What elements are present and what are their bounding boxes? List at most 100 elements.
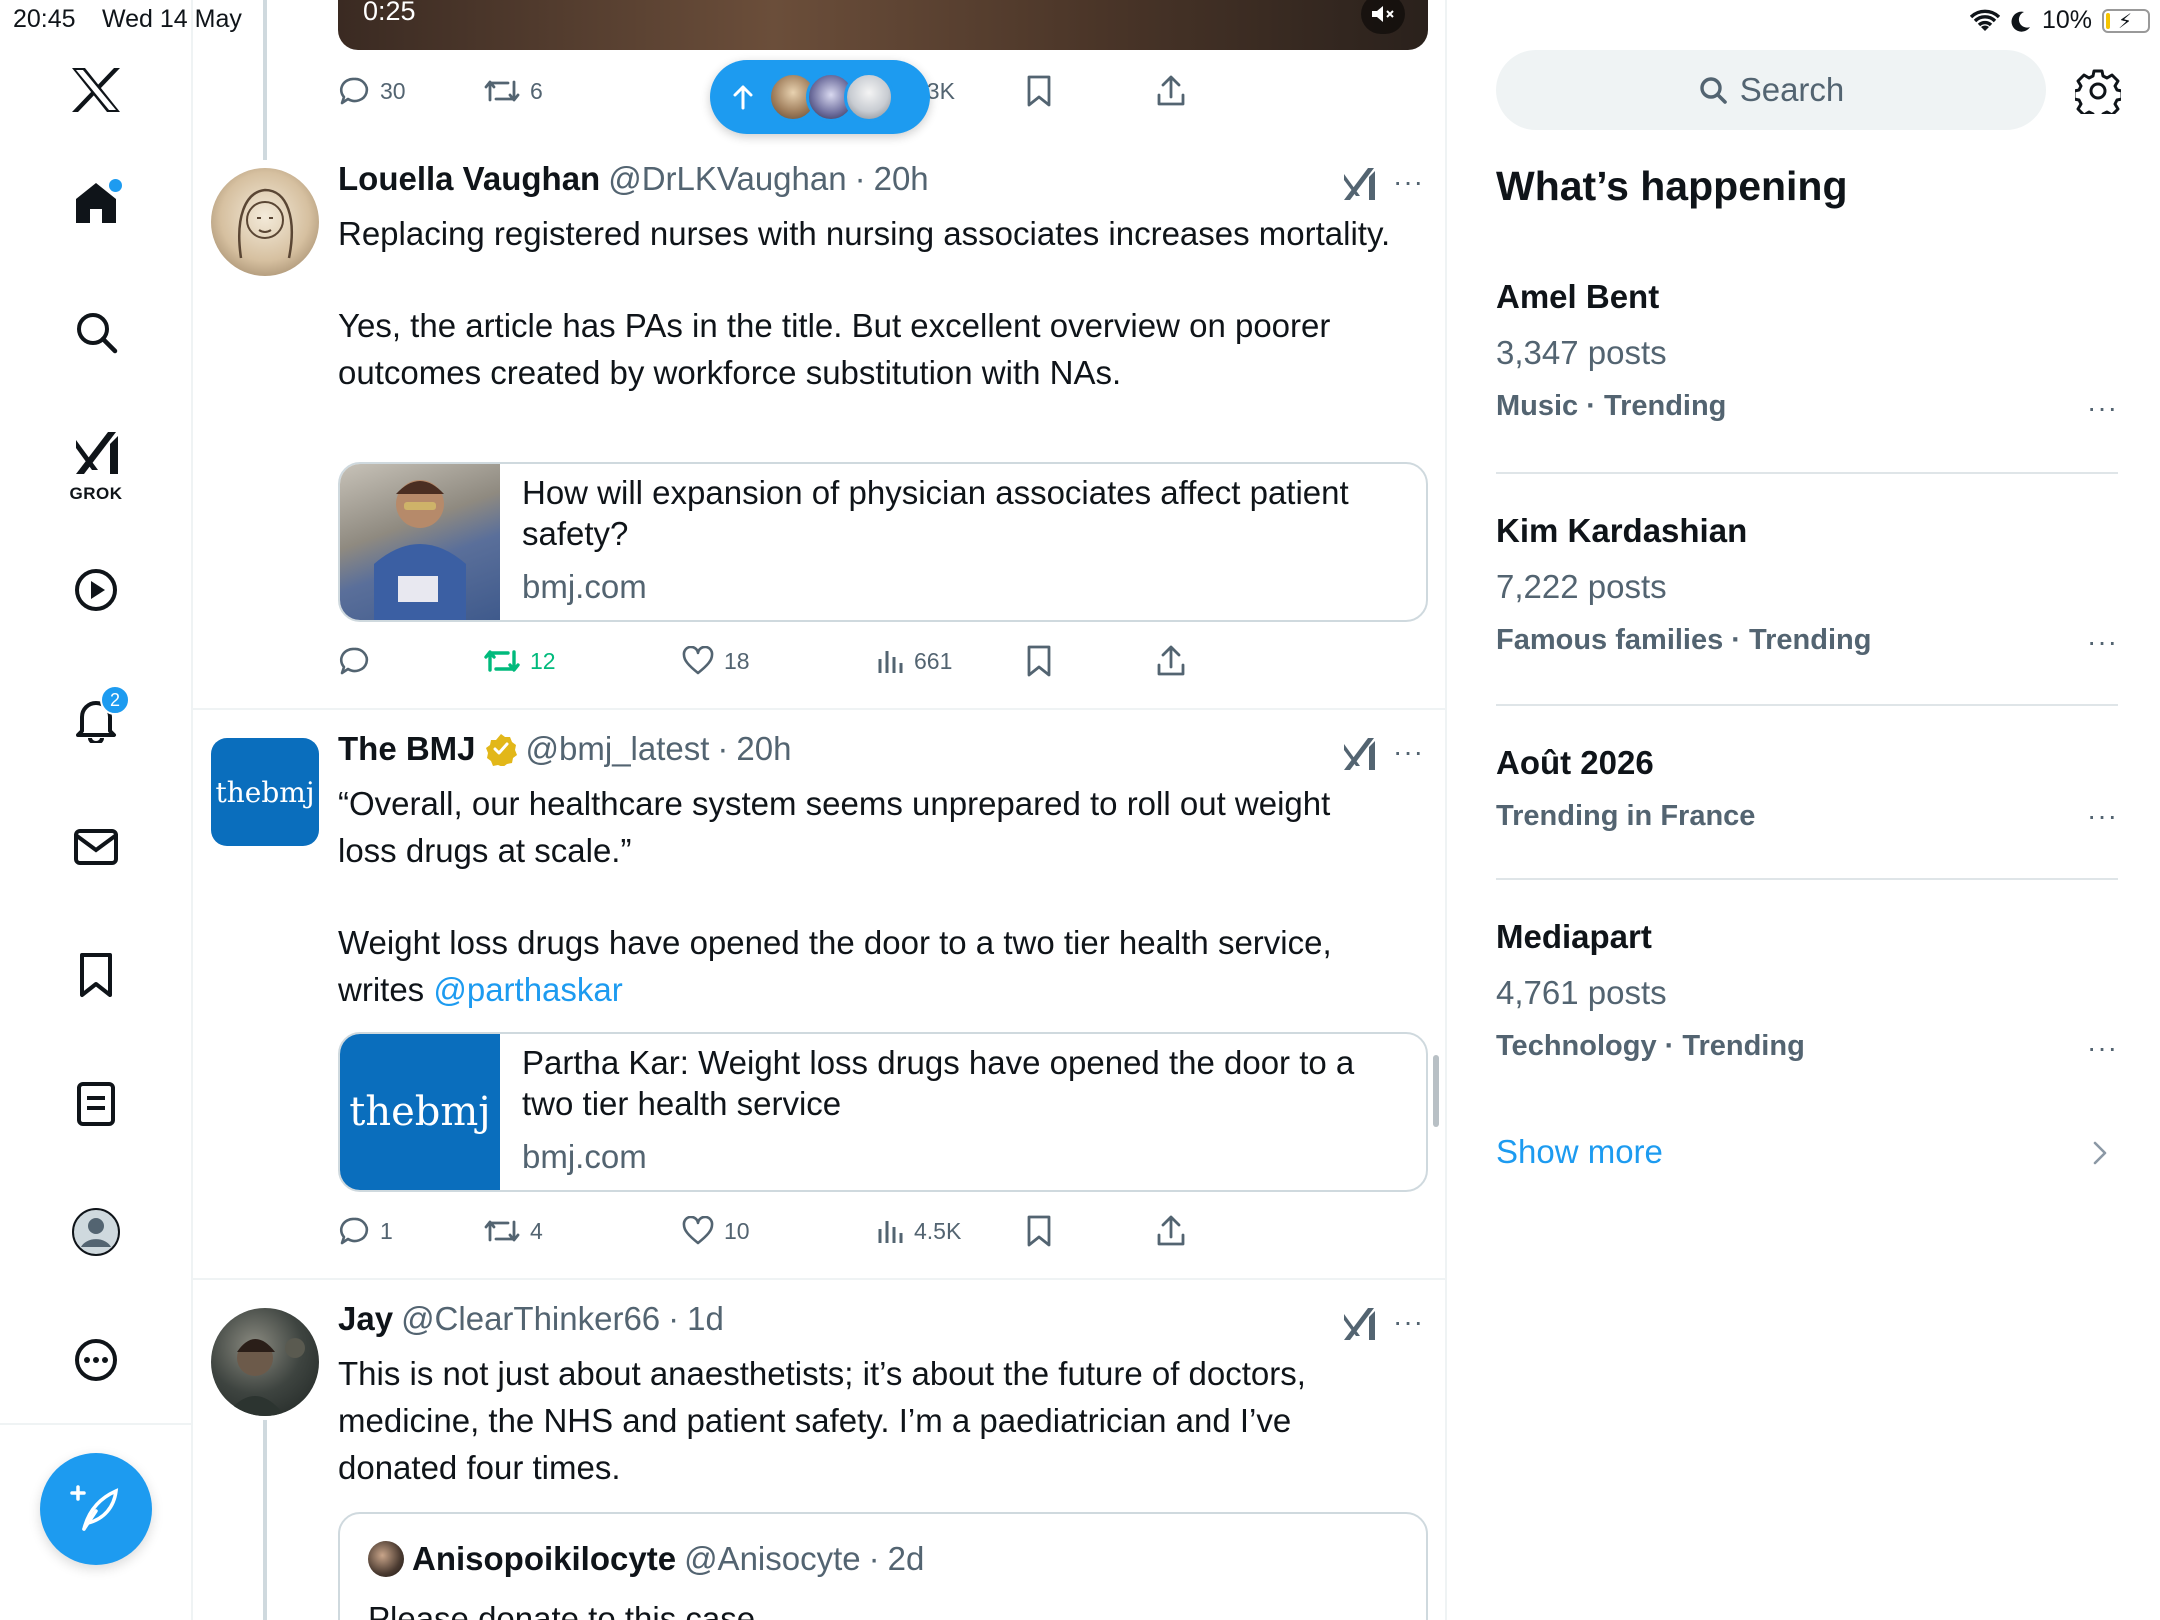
trend-separator [1496, 878, 2118, 880]
share-button[interactable] [1156, 1206, 1186, 1256]
compose-post-button[interactable] [40, 1453, 152, 1565]
reply-count: 1 [380, 1217, 393, 1244]
tweet-more-button[interactable]: ··· [1393, 1306, 1424, 1338]
like-button[interactable]: 10 [682, 1206, 750, 1256]
views-button[interactable]: 661 [876, 636, 952, 686]
tweet-actions: 12 18 661 [338, 636, 1338, 686]
author-handle[interactable]: @ClearThinker66 [401, 1300, 660, 1338]
share-button[interactable] [1156, 636, 1186, 686]
quill-plus-icon [70, 1483, 122, 1535]
bookmark-icon [1026, 645, 1052, 677]
avatar-the-bmj[interactable]: thebmj [211, 738, 319, 846]
nav-video[interactable] [56, 550, 136, 630]
new-posts-pill[interactable] [710, 60, 930, 134]
repost-button[interactable]: 12 [484, 636, 556, 686]
show-more-link[interactable]: Show more [1496, 1133, 1663, 1171]
repost-icon [484, 1216, 520, 1246]
reply-button[interactable]: 1 [338, 1206, 393, 1256]
trend-item[interactable]: Kim Kardashian 7,222 posts Famous famili… [1496, 512, 2118, 657]
nav-lists[interactable] [56, 1064, 136, 1144]
tweet-paragraph: Replacing registered nurses with nursing… [338, 215, 1391, 252]
author-name[interactable]: The BMJ [338, 730, 476, 768]
tweet-paragraph: Weight loss drugs have opened the door t… [338, 919, 1398, 1013]
repost-button[interactable]: 6 [484, 66, 543, 116]
author-handle[interactable]: @DrLKVaughan [608, 160, 846, 198]
timeline[interactable]: 0:25 30 6 23K Louella Vaughan @DrLKVaugh… [193, 0, 1447, 1620]
tweet-more-button[interactable]: ··· [1393, 166, 1424, 198]
nav-more[interactable] [56, 1320, 136, 1400]
search-placeholder: Search [1739, 71, 1845, 108]
card-title: Partha Kar: Weight loss drugs have opene… [522, 1044, 1355, 1122]
bookmark-button[interactable] [1026, 636, 1052, 686]
trend-more-button[interactable]: ··· [2087, 392, 2118, 424]
tweet-text: “Overall, our healthcare system seems un… [338, 780, 1398, 1013]
link-card[interactable]: How will expansion of physician associat… [338, 462, 1428, 622]
trend-item[interactable]: Mediapart 4,761 posts Technology · Trend… [1496, 918, 2118, 1063]
trend-separator [1496, 704, 2118, 706]
nav-explore[interactable] [56, 292, 136, 372]
author-name[interactable]: Louella Vaughan [338, 160, 600, 198]
nav-notifications[interactable]: 2 [56, 679, 136, 759]
mention-link[interactable]: @parthaskar [433, 971, 622, 1008]
scrollbar[interactable] [1433, 1055, 1439, 1127]
heart-icon [682, 1216, 714, 1246]
link-card[interactable]: thebmj Partha Kar: Weight loss drugs hav… [338, 1032, 1428, 1192]
moon-icon [2010, 10, 2032, 32]
share-button[interactable] [1156, 66, 1186, 116]
grok-explain-button[interactable] [1341, 1306, 1377, 1342]
card-image: thebmj [340, 1034, 500, 1190]
trend-more-button[interactable]: ··· [2087, 800, 2118, 832]
tweet-actions: 1 4 10 4.5K [338, 1206, 1338, 1256]
trend-more-button[interactable]: ··· [2087, 1032, 2118, 1064]
verified-gold-badge-icon [484, 732, 518, 766]
author-handle[interactable]: @bmj_latest [526, 730, 710, 768]
trend-item[interactable]: Août 2026 Trending in France ··· [1496, 744, 2118, 833]
more-dots-icon: ··· [1393, 166, 1424, 197]
grok-explain-button[interactable] [1341, 736, 1377, 772]
battery-icon: ⚡ [2102, 8, 2150, 33]
like-button[interactable]: 18 [682, 636, 750, 686]
search-input[interactable]: Search [1496, 50, 2046, 130]
reply-button[interactable] [338, 636, 380, 686]
nav-messages[interactable] [56, 807, 136, 887]
more-dots-icon: ··· [1393, 1306, 1424, 1337]
x-logo-icon[interactable] [56, 50, 136, 130]
nav-grok[interactable]: GROK [56, 420, 136, 504]
reply-icon [338, 75, 370, 107]
post-time[interactable]: 1d [687, 1300, 724, 1338]
trend-post-count: 7,222 posts [1496, 568, 1667, 605]
tweet-text: Replacing registered nurses with nursing… [338, 210, 1398, 396]
trend-name: Mediapart [1496, 918, 1652, 955]
settings-button[interactable] [2075, 68, 2121, 114]
repost-count: 6 [530, 77, 543, 104]
more-circle-icon [73, 1337, 119, 1383]
more-dots-icon: ··· [1393, 736, 1424, 767]
post-time[interactable]: 20h [736, 730, 791, 768]
grok-icon [72, 430, 120, 476]
author-name[interactable]: Jay [338, 1300, 393, 1338]
quote-time: 2d [887, 1540, 925, 1577]
trend-item[interactable]: Amel Bent 3,347 posts Music · Trending ·… [1496, 278, 2118, 423]
avatar-louella-vaughan[interactable] [211, 168, 319, 276]
reply-button[interactable]: 30 [338, 66, 406, 116]
post-time[interactable]: 20h [874, 160, 929, 198]
grok-explain-button[interactable] [1341, 166, 1377, 202]
grok-icon [1341, 736, 1377, 772]
share-upload-icon [1156, 75, 1186, 107]
avatar-jay[interactable] [211, 1308, 319, 1416]
repost-icon [484, 646, 520, 676]
quote-author-handle: @Anisocyte [684, 1540, 861, 1577]
bookmark-button[interactable] [1026, 66, 1052, 116]
nav-home[interactable] [56, 163, 136, 243]
views-button[interactable]: 4.5K [876, 1206, 961, 1256]
nav-bookmarks[interactable] [56, 935, 136, 1015]
tweet-more-button[interactable]: ··· [1393, 736, 1424, 768]
bmj-logo: thebmj [211, 738, 319, 846]
quoted-tweet-card[interactable]: Anisopoikilocyte @Anisocyte · 2d Please … [338, 1512, 1428, 1620]
repost-button[interactable]: 4 [484, 1206, 543, 1256]
home-unread-dot [109, 179, 122, 192]
tweet-header: The BMJ @bmj_latest · 20h [338, 730, 791, 768]
bookmark-button[interactable] [1026, 1206, 1052, 1256]
trend-more-button[interactable]: ··· [2087, 626, 2118, 658]
nav-profile[interactable] [56, 1192, 136, 1272]
